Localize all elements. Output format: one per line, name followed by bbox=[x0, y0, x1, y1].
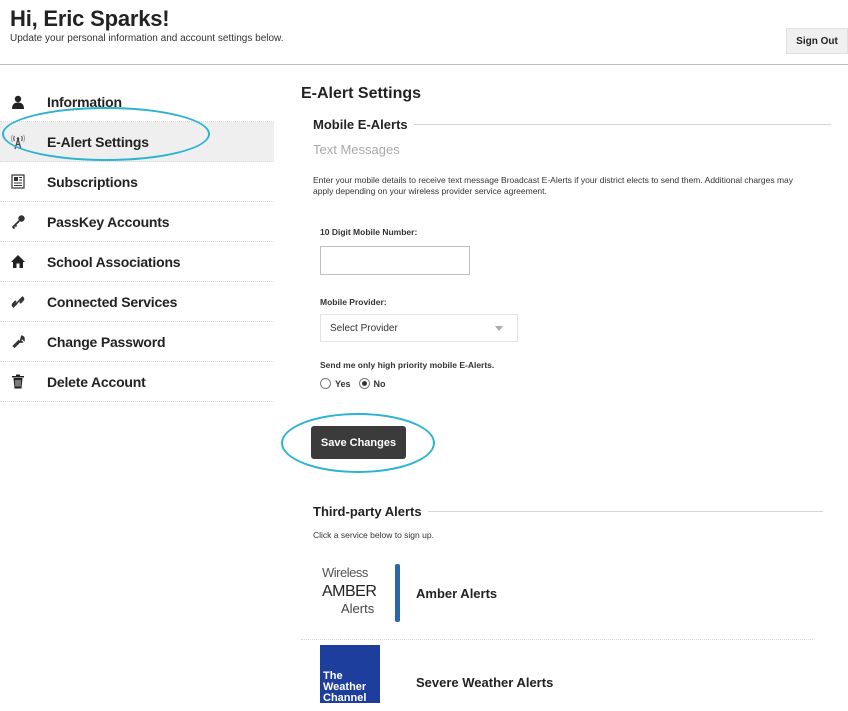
trash-icon bbox=[10, 374, 26, 390]
sidebar-item-label: E-Alert Settings bbox=[47, 133, 149, 150]
third-party-description: Click a service below to sign up. bbox=[313, 530, 434, 540]
priority-label: Send me only high priority mobile E-Aler… bbox=[320, 360, 495, 370]
mobile-number-input[interactable] bbox=[320, 246, 470, 275]
save-changes-button[interactable]: Save Changes bbox=[311, 426, 406, 459]
sidebar-item-label: Change Password bbox=[47, 333, 166, 350]
mobile-e-alerts-header: Mobile E-Alerts bbox=[313, 117, 831, 132]
sidebar-item-label: School Associations bbox=[47, 253, 181, 270]
sign-out-button[interactable]: Sign Out bbox=[786, 28, 848, 54]
weather-channel-logo: The Weather Channel bbox=[320, 645, 380, 704]
antenna-icon bbox=[10, 134, 26, 150]
text-messages-heading: Text Messages bbox=[313, 142, 400, 157]
greeting-title: Hi, Eric Sparks! bbox=[10, 6, 170, 31]
sidebar-item-label: Subscriptions bbox=[47, 173, 138, 190]
logo-bar bbox=[395, 564, 400, 622]
greeting-subtitle: Update your personal information and acc… bbox=[10, 33, 284, 44]
sidebar-item-label: Connected Services bbox=[47, 293, 178, 310]
wrench-icon bbox=[10, 334, 26, 350]
select-value: Select Provider bbox=[330, 322, 398, 334]
header-divider bbox=[0, 64, 848, 65]
sidebar-item-delete-account[interactable]: Delete Account bbox=[0, 362, 274, 402]
house-icon bbox=[10, 254, 26, 270]
page-header: Hi, Eric Sparks! Update your personal in… bbox=[10, 6, 848, 54]
sidebar-item-change-password[interactable]: Change Password bbox=[0, 322, 274, 362]
sidebar-item-subscriptions[interactable]: Subscriptions bbox=[0, 162, 274, 202]
page-title: E-Alert Settings bbox=[301, 85, 422, 102]
section-title: Third-party Alerts bbox=[313, 504, 422, 519]
logo-text: Channel bbox=[323, 692, 367, 704]
sidebar-item-e-alert-settings[interactable]: E-Alert Settings bbox=[0, 122, 274, 162]
sidebar-item-label: Delete Account bbox=[47, 373, 146, 390]
radio-yes[interactable] bbox=[320, 378, 331, 389]
service-label: Amber Alerts bbox=[416, 586, 498, 601]
link-icon bbox=[10, 294, 26, 310]
mobile-provider-select[interactable]: Select Provider bbox=[320, 314, 518, 342]
user-icon bbox=[10, 94, 26, 110]
third-party-alerts-header: Third-party Alerts bbox=[313, 504, 823, 519]
main-content: E-Alert Settings Mobile E-Alerts Text Me… bbox=[301, 82, 831, 197]
radio-no-label: No bbox=[373, 378, 386, 389]
section-rule bbox=[427, 511, 823, 512]
mobile-provider-label: Mobile Provider: bbox=[320, 297, 387, 307]
sidebar-item-connected-services[interactable]: Connected Services bbox=[0, 282, 274, 322]
sidebar-item-label: PassKey Accounts bbox=[47, 213, 170, 230]
chevron-down-icon bbox=[495, 326, 503, 331]
section-rule bbox=[413, 124, 831, 125]
service-row-severe-weather[interactable]: The Weather Channel Severe Weather Alert… bbox=[301, 641, 813, 711]
logo-text: AMBER bbox=[322, 583, 377, 600]
sidebar-item-school-associations[interactable]: School Associations bbox=[0, 242, 274, 282]
newspaper-icon bbox=[10, 174, 26, 190]
logo-text: Wireless bbox=[322, 565, 368, 580]
service-row-amber-alerts[interactable]: Wireless AMBER Alerts Amber Alerts bbox=[301, 556, 813, 640]
mobile-number-label: 10 Digit Mobile Number: bbox=[320, 227, 418, 237]
radio-yes-label: Yes bbox=[335, 378, 351, 389]
sidebar-item-passkey-accounts[interactable]: PassKey Accounts bbox=[0, 202, 274, 242]
amber-alerts-logo: Wireless AMBER Alerts bbox=[319, 562, 403, 626]
section-title: Mobile E-Alerts bbox=[313, 117, 408, 132]
key-icon bbox=[10, 214, 26, 230]
mobile-alerts-description: Enter your mobile details to receive tex… bbox=[313, 175, 793, 196]
radio-no[interactable] bbox=[358, 378, 370, 389]
service-label: Severe Weather Alerts bbox=[416, 675, 554, 690]
sidebar-item-information[interactable]: Information bbox=[0, 82, 274, 122]
sidebar-nav: Information E-Alert Settings Subscriptio… bbox=[0, 82, 274, 402]
sidebar-item-label: Information bbox=[47, 93, 122, 110]
logo-text: Alerts bbox=[341, 601, 375, 616]
priority-radio-group: Yes No bbox=[320, 378, 386, 389]
